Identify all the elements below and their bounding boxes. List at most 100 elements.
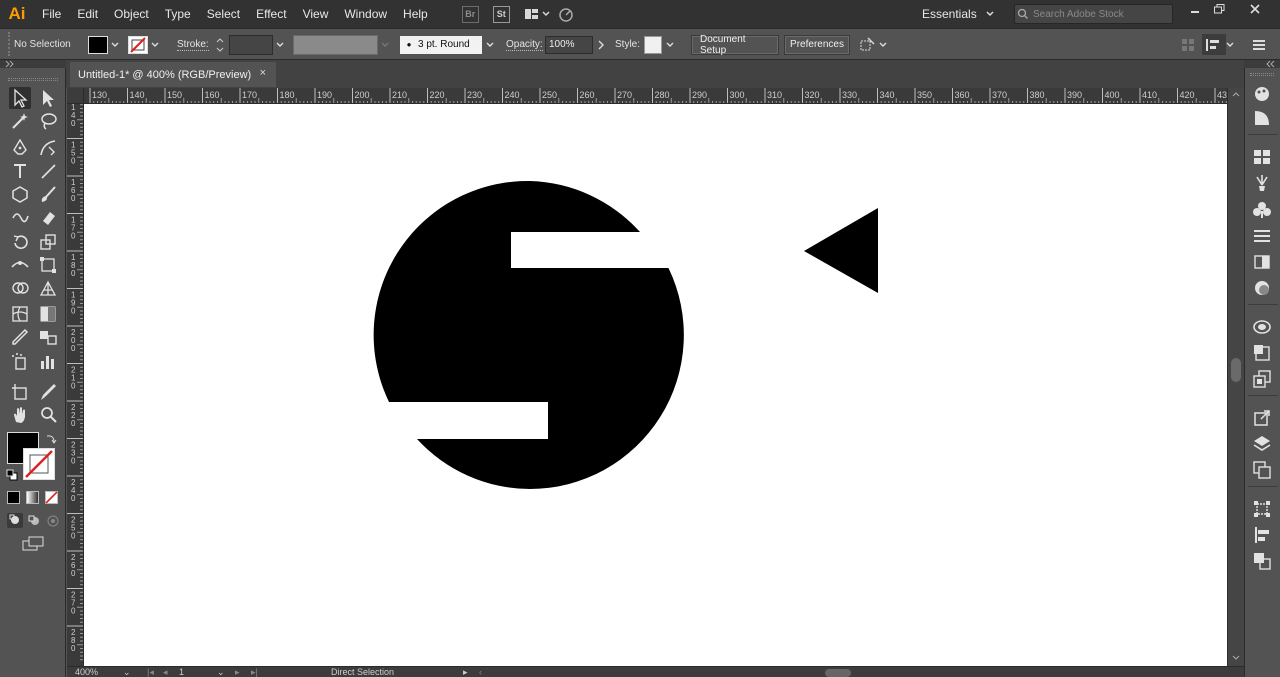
free-transform-tool-button[interactable] — [37, 254, 59, 276]
chevron-down-icon[interactable] — [662, 40, 678, 50]
swap-fill-stroke-icon[interactable] — [45, 433, 57, 445]
layers-panel-button[interactable] — [1251, 433, 1273, 455]
collapse-arrows-icon[interactable] — [4, 60, 18, 68]
menu-window[interactable]: Window — [336, 0, 395, 28]
eraser-tool-button[interactable] — [37, 206, 59, 228]
next-artboard-icon[interactable]: ▸ — [235, 667, 240, 677]
artwork[interactable] — [84, 104, 1227, 666]
zoom-tool-button[interactable] — [37, 404, 59, 426]
preferences-control[interactable]: Preferences — [784, 29, 850, 60]
stock-button[interactable]: St — [492, 4, 510, 24]
color-guide-button[interactable] — [1251, 107, 1273, 129]
bridge-button[interactable]: Br — [461, 4, 479, 24]
last-artboard-icon[interactable]: ▸| — [251, 667, 258, 677]
align-icon[interactable] — [1180, 37, 1196, 53]
chevron-down-icon[interactable]: ⌄ — [123, 667, 131, 677]
lasso-tool-button[interactable] — [37, 110, 59, 132]
menu-select[interactable]: Select — [199, 0, 248, 28]
horizontal-ruler[interactable]: 130 140 150 160 170 180 190 200 210 220 230 240 250 2… — [84, 88, 1228, 104]
shape-tool-button[interactable] — [9, 183, 31, 205]
stroke-panel-button[interactable] — [1251, 225, 1273, 247]
chevron-down-icon[interactable] — [378, 40, 392, 50]
select-similar-icon[interactable] — [858, 36, 876, 54]
stroke-none-swatch[interactable] — [128, 35, 148, 54]
swatches-panel-button[interactable] — [1251, 146, 1273, 168]
eyedropper-tool-button[interactable] — [9, 326, 31, 348]
curvature-tool-button[interactable] — [37, 137, 59, 159]
select-similar-control[interactable] — [858, 29, 890, 60]
stroke-weight-control[interactable] — [213, 29, 289, 60]
document-setup-control[interactable]: Document Setup — [691, 29, 779, 60]
stroke-color-control[interactable] — [128, 29, 162, 60]
fill-swatch[interactable] — [88, 35, 108, 54]
shape-builder-tool-button[interactable] — [9, 277, 31, 299]
panel-dock-grip[interactable] — [1250, 73, 1274, 76]
draw-behind-icon[interactable] — [26, 513, 42, 528]
panel-menu-chevron[interactable] — [1225, 29, 1237, 60]
document-setup-button[interactable]: Document Setup — [691, 34, 779, 56]
fill-color-control[interactable] — [88, 29, 122, 60]
preferences-button[interactable]: Preferences — [784, 34, 850, 55]
stroke-label[interactable]: Stroke: — [177, 29, 209, 60]
collapse-arrows-icon[interactable] — [1262, 60, 1276, 68]
chevron-down-icon[interactable] — [1225, 40, 1237, 50]
status-menu-icon[interactable]: ▸ — [463, 667, 468, 677]
align-panel-control[interactable] — [1180, 29, 1196, 60]
mesh-tool-button[interactable] — [9, 303, 31, 325]
gradient-mode-button[interactable] — [26, 491, 39, 504]
paintbrush-tool-button[interactable] — [37, 183, 59, 205]
align-panel-button[interactable] — [1251, 524, 1273, 546]
tools-panel-grip[interactable] — [8, 78, 58, 81]
menu-type[interactable]: Type — [157, 0, 199, 28]
vertical-scrollbar[interactable] — [1227, 88, 1244, 666]
circle-with-s-cut[interactable] — [373, 180, 684, 489]
artboard-canvas[interactable] — [84, 104, 1227, 666]
panel-menu-icon[interactable] — [1205, 37, 1223, 53]
scroll-down-icon[interactable] — [1228, 652, 1245, 664]
brush-definition-field[interactable]: ● 3 pt. Round — [400, 35, 482, 54]
chevron-down-icon[interactable] — [108, 40, 122, 50]
document-tab[interactable]: Untitled-1* @ 400% (RGB/Preview) × — [70, 62, 276, 87]
chevron-down-icon[interactable] — [985, 9, 995, 19]
artboards-panel-button[interactable] — [1251, 459, 1273, 481]
color-mode-button[interactable] — [7, 491, 20, 504]
ruler-origin[interactable] — [67, 88, 84, 104]
vertical-ruler[interactable]: 1401501601701801902002102202302402502602… — [67, 104, 84, 666]
direct-selection-tool-button[interactable] — [37, 87, 59, 109]
chevron-right-icon[interactable] — [593, 39, 609, 51]
stroke-weight-input[interactable] — [229, 34, 273, 55]
control-bar-menu[interactable] — [1252, 29, 1266, 60]
none-mode-icon[interactable] — [45, 491, 58, 504]
slice-tool-button[interactable] — [37, 381, 59, 403]
layers-dock-button[interactable] — [1251, 368, 1273, 390]
menu-view[interactable]: View — [295, 0, 337, 28]
menu-help[interactable]: Help — [395, 0, 436, 28]
symbol-sprayer-tool-button[interactable] — [9, 351, 31, 373]
gradient-panel-button[interactable] — [1251, 251, 1273, 273]
menu-edit[interactable]: Edit — [69, 0, 106, 28]
color-panel-button[interactable] — [1251, 83, 1273, 105]
scroll-up-icon[interactable] — [1228, 88, 1245, 100]
perspective-grid-tool-button[interactable] — [37, 277, 59, 299]
restore-button[interactable] — [1207, 0, 1233, 18]
pen-tool-button[interactable] — [9, 137, 31, 159]
gradient-tool-button[interactable] — [37, 303, 59, 325]
shaper-tool-button[interactable] — [9, 206, 31, 228]
draw-inside-icon[interactable] — [45, 513, 61, 528]
selection-tool-button[interactable] — [9, 87, 31, 109]
search-input[interactable] — [1033, 8, 1163, 20]
opacity-label[interactable]: Opacity: — [506, 29, 543, 60]
line-tool-button[interactable] — [37, 160, 59, 182]
chevron-down-icon[interactable] — [876, 40, 890, 50]
type-tool-button[interactable] — [9, 160, 31, 182]
artboard-tool-button[interactable] — [9, 381, 31, 403]
appearance-panel-button[interactable] — [1251, 316, 1273, 338]
width-tool-button[interactable] — [9, 254, 31, 276]
opacity-input[interactable]: 100% — [545, 35, 593, 54]
brush-definition[interactable]: ● 3 pt. Round — [400, 29, 498, 60]
chevron-down-icon[interactable] — [148, 40, 162, 50]
stock-search-field[interactable] — [1014, 4, 1173, 24]
brushes-panel-button[interactable] — [1251, 172, 1273, 194]
opacity-control[interactable]: 100% — [545, 29, 609, 60]
scale-tool-button[interactable] — [37, 231, 59, 253]
